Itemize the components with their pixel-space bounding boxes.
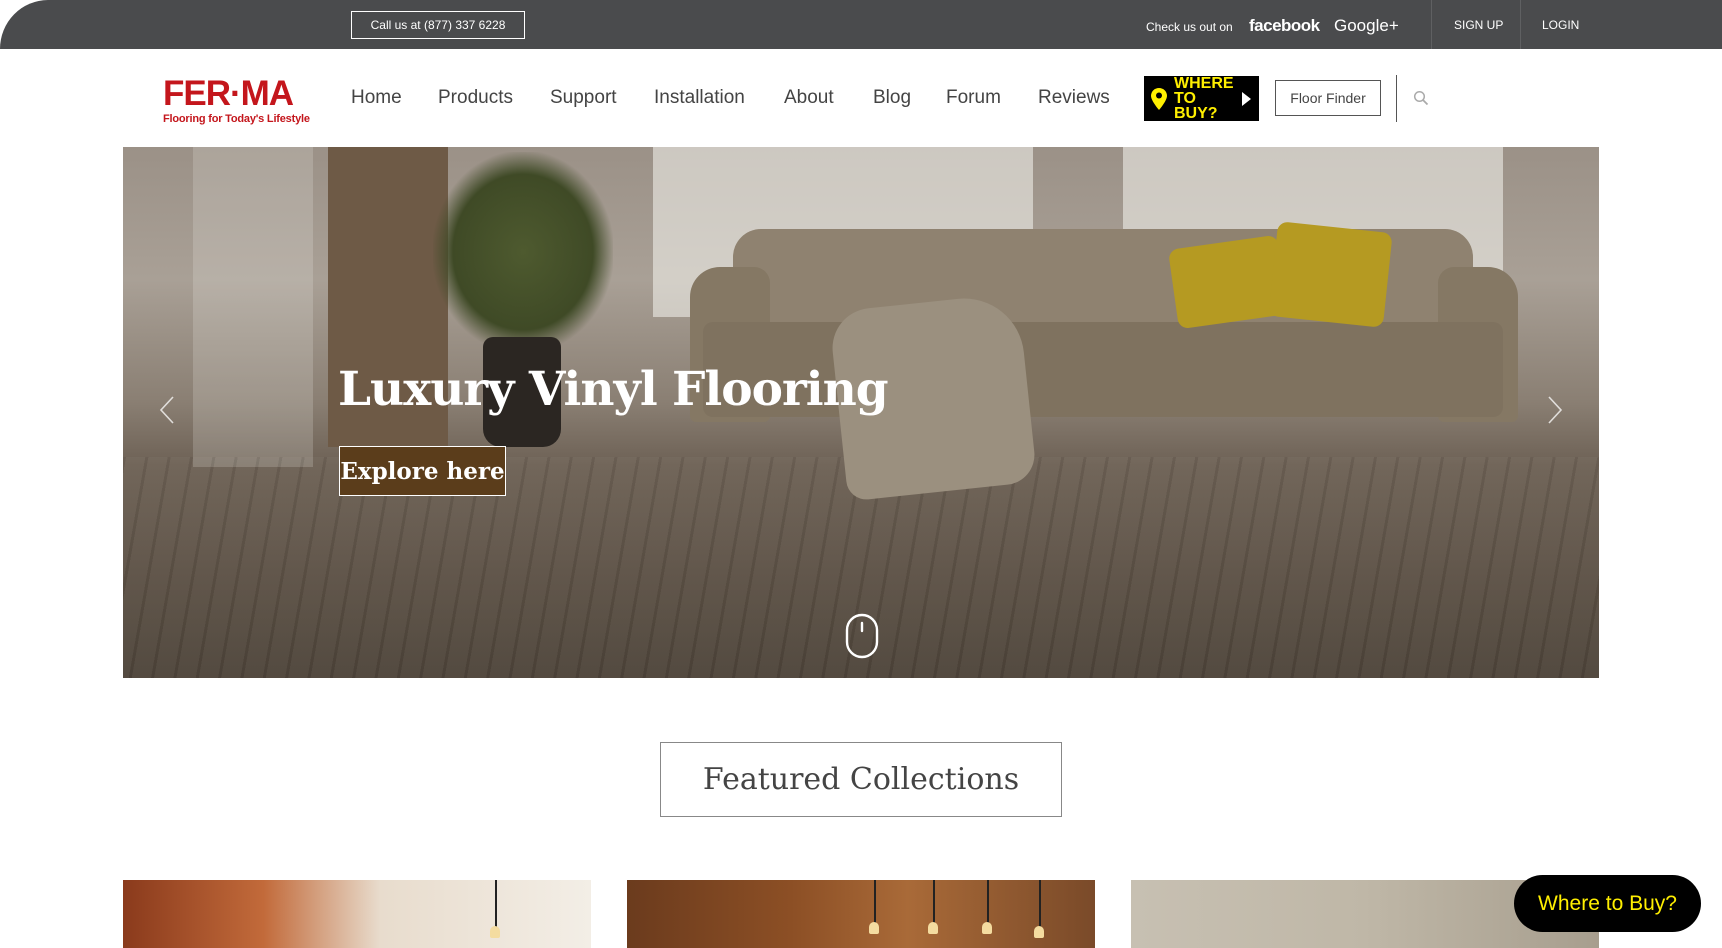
mouse-scroll-icon[interactable] — [845, 613, 879, 659]
nav-reviews[interactable]: Reviews — [1038, 87, 1110, 109]
top-bar: Call us at (877) 337 6228 Check us out o… — [0, 0, 1722, 49]
collection-card[interactable] — [627, 880, 1095, 948]
hero-slider: Luxury Vinyl Flooring Explore here — [123, 147, 1599, 678]
explore-button[interactable]: Explore here — [339, 446, 506, 496]
collection-card[interactable] — [123, 880, 591, 948]
nav-installation[interactable]: Installation — [654, 87, 745, 109]
logo[interactable]: FER·MA Flooring for Today's Lifestyle — [163, 76, 325, 128]
map-pin-icon — [1151, 87, 1167, 110]
nav-blog[interactable]: Blog — [873, 87, 911, 109]
logo-tagline: Flooring for Today's Lifestyle — [163, 113, 310, 125]
pendant-lamp-shade — [1034, 926, 1044, 938]
pendant-lamp-shade — [869, 922, 879, 934]
hero-pillow — [1268, 221, 1393, 328]
pendant-lamp — [495, 880, 497, 928]
check-us-label: Check us out on — [1146, 20, 1233, 34]
divider — [1520, 0, 1521, 49]
nav-home[interactable]: Home — [351, 87, 402, 109]
pendant-lamp — [933, 880, 935, 924]
divider — [1431, 0, 1432, 49]
hero-title: Luxury Vinyl Flooring — [338, 362, 889, 417]
pendant-lamp — [987, 880, 989, 924]
nav-support[interactable]: Support — [550, 87, 617, 109]
chevron-right-icon[interactable] — [1547, 395, 1563, 425]
pendant-lamp — [874, 880, 876, 924]
hero-pillow — [1167, 234, 1289, 330]
where-to-buy-button[interactable]: WHERE TO BUY? — [1144, 75, 1259, 122]
search-icon[interactable] — [1413, 90, 1429, 106]
where-to-buy-label: WHERE TO BUY? — [1174, 75, 1234, 122]
login-link[interactable]: LOGIN — [1542, 18, 1579, 32]
floor-finder-button[interactable]: Floor Finder — [1275, 80, 1381, 116]
call-us-button[interactable]: Call us at (877) 337 6228 — [351, 11, 525, 39]
play-arrow-icon — [1242, 91, 1251, 106]
hero-plant — [433, 152, 613, 352]
facebook-link[interactable]: facebook — [1249, 16, 1320, 36]
google-plus-link[interactable]: Google+ — [1334, 16, 1399, 36]
chevron-left-icon[interactable] — [159, 395, 175, 425]
nav-forum[interactable]: Forum — [946, 87, 1001, 109]
hero-curtain — [193, 147, 313, 467]
pendant-lamp-shade — [982, 922, 992, 934]
pendant-lamp — [1039, 880, 1041, 928]
featured-collections-heading: Featured Collections — [660, 742, 1062, 817]
where-to-buy-floating-button[interactable]: Where to Buy? — [1514, 875, 1701, 932]
divider — [1396, 75, 1397, 122]
sign-up-link[interactable]: SIGN UP — [1454, 18, 1503, 32]
nav-about[interactable]: About — [784, 87, 834, 109]
logo-name: FER·MA — [163, 74, 294, 113]
pendant-lamp-shade — [928, 922, 938, 934]
pendant-lamp-shade — [490, 926, 500, 938]
nav-products[interactable]: Products — [438, 87, 513, 109]
